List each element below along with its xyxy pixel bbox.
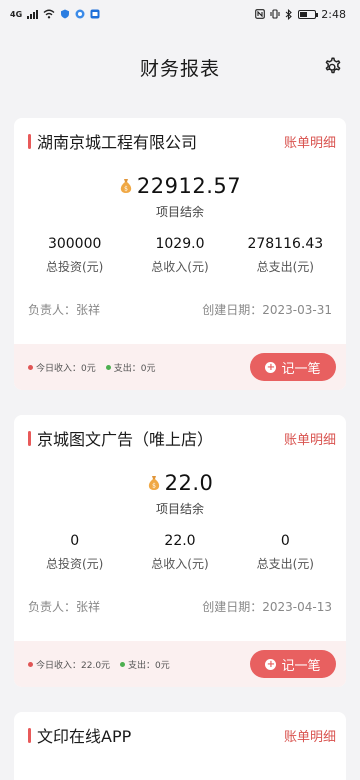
stat-value: 0: [70, 533, 80, 549]
stat-label: 总投资(元): [45, 260, 104, 274]
nfc-icon: [255, 9, 266, 19]
record-button-label: 记一笔: [281, 361, 321, 377]
stat-value: 278116.43: [247, 236, 324, 252]
app-notification-icon: [90, 9, 100, 19]
balance-section: $ 22912.57 项目结余: [14, 174, 346, 220]
stat-label: 总支出(元): [256, 557, 314, 571]
stats-row: 300000 总投资(元) 1029.0 总收入(元) 278116.43 总支…: [14, 236, 346, 275]
title-accent-bar: [28, 133, 31, 149]
settings-gear-icon[interactable]: [322, 55, 344, 77]
record-button-label: 记一笔: [281, 658, 321, 674]
stat-investment: 0 总投资(元): [23, 533, 127, 572]
bill-details-link[interactable]: 账单明细: [284, 429, 336, 448]
card-header: 文印在线APP 账单明细: [14, 712, 346, 758]
manager-text: 负责人：张祥: [28, 303, 101, 317]
today-expense: 支出：0元: [128, 660, 170, 671]
balance-value: 22912.57: [136, 174, 242, 198]
stat-value: 300000: [47, 236, 102, 252]
card-footer: 今日收入：22.0元 支出：0元 + 记一笔: [14, 641, 346, 687]
stat-income: 22.0 总收入(元): [128, 533, 232, 572]
project-card: 京城图文广告（唯上店） 账单明细 $ 22.0 项目结余 0 总投资(元) 22…: [14, 415, 346, 687]
balance-label: 项目结余: [155, 502, 204, 516]
vibrate-icon: [270, 9, 280, 19]
page-title: 财务报表: [139, 57, 220, 80]
meta-row: 负责人：张祥 创建日期：2023-04-13: [14, 598, 346, 615]
card-header: 京城图文广告（唯上店） 账单明细: [14, 415, 346, 461]
stat-income: 1029.0 总收入(元): [128, 236, 232, 275]
stat-value: 1029.0: [155, 236, 205, 252]
stat-investment: 300000 总投资(元): [23, 236, 127, 275]
today-income: 今日收入：22.0元: [36, 660, 111, 671]
project-card: 文印在线APP 账单明细: [14, 712, 346, 780]
bluetooth-icon: [285, 8, 293, 20]
title-accent-bar: [28, 727, 31, 743]
stat-value: 22.0: [164, 533, 196, 549]
today-income: 今日收入：0元: [36, 363, 96, 374]
expense-dot: [105, 364, 111, 370]
wifi-icon: [43, 9, 55, 19]
created-date: 创建日期：2023-03-31: [202, 303, 332, 317]
project-name: 京城图文广告（唯上店）: [37, 430, 214, 449]
balance-label: 项目结余: [155, 205, 204, 219]
income-dot: [28, 364, 33, 370]
status-time: 2:48: [321, 7, 346, 21]
bill-details-link[interactable]: 账单明细: [284, 726, 336, 745]
project-name: 文印在线APP: [37, 727, 132, 746]
balance-section: $ 22.0 项目结余: [14, 471, 346, 517]
status-bar: 4G 2:48: [0, 0, 360, 28]
expense-dot: [120, 661, 126, 667]
battery-icon: [298, 9, 319, 19]
network-type-icon: 4G: [10, 9, 23, 19]
project-card: 湖南京城工程有限公司 账单明细 $ 22912.57 项目结余 300000 总…: [14, 118, 346, 390]
card-header: 湖南京城工程有限公司 账单明细: [14, 118, 346, 164]
today-expense: 支出：0元: [113, 363, 156, 374]
balance-value: 22.0: [164, 471, 214, 495]
app-notification-icon: [75, 9, 85, 19]
plus-icon: +: [265, 658, 277, 670]
project-name: 湖南京城工程有限公司: [37, 133, 198, 152]
manager-text: 负责人：张祥: [28, 600, 101, 614]
meta-row: 负责人：张祥 创建日期：2023-03-31: [14, 301, 346, 318]
svg-text:$: $: [152, 483, 156, 490]
app-notification-icon: [61, 9, 70, 19]
record-button[interactable]: + 记一笔: [250, 353, 336, 381]
money-bag-icon: $: [120, 179, 132, 193]
plus-icon: +: [265, 361, 277, 373]
title-accent-bar: [28, 430, 31, 446]
bill-details-link[interactable]: 账单明细: [284, 132, 336, 151]
income-dot: [28, 661, 33, 667]
svg-text:$: $: [124, 186, 128, 193]
card-footer: 今日收入：0元 支出：0元 + 记一笔: [14, 344, 346, 390]
page-header: 财务报表: [0, 28, 360, 106]
created-date: 创建日期：2023-04-13: [202, 600, 332, 614]
money-bag-icon: $: [148, 476, 159, 490]
stat-label: 总投资(元): [45, 557, 104, 571]
stat-value: 0: [280, 533, 290, 549]
stat-expense: 0 总支出(元): [233, 533, 337, 572]
stat-label: 总收入(元): [151, 260, 209, 274]
stat-expense: 278116.43 总支出(元): [233, 236, 337, 275]
stat-label: 总支出(元): [256, 260, 314, 274]
stat-label: 总收入(元): [151, 557, 209, 571]
signal-icon: [27, 9, 39, 19]
record-button[interactable]: + 记一笔: [250, 650, 336, 678]
stats-row: 0 总投资(元) 22.0 总收入(元) 0 总支出(元): [14, 533, 346, 572]
